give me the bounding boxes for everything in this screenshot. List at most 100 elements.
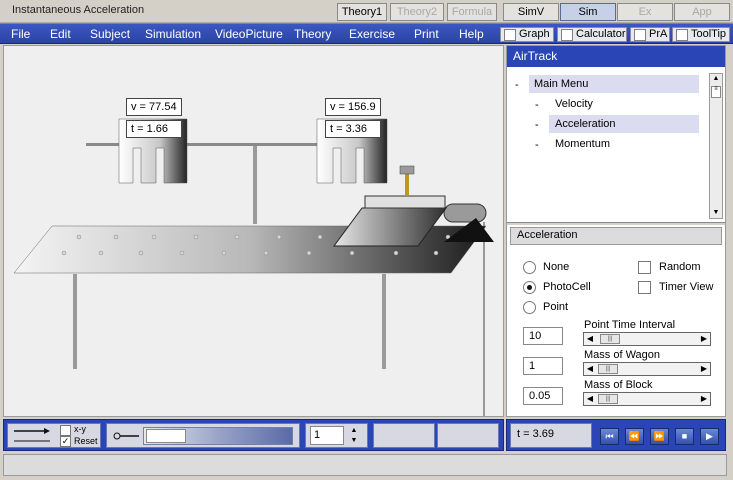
tree-scrollbar[interactable]: ▲ ≡ ▼ (709, 73, 723, 219)
airtrack-drawing (13, 118, 494, 416)
radio-photocell[interactable] (523, 281, 536, 294)
gate1-velocity: v = 77.54 (126, 98, 182, 116)
status-bar (3, 454, 727, 476)
gate2-velocity: v = 156.9 (325, 98, 381, 116)
cart-flag (405, 174, 409, 196)
slider-right-arrow-icon[interactable]: ▶ (698, 393, 710, 405)
side-panel: AirTrack - Main Menu - Velocity - Accele… (506, 45, 726, 417)
tree-dash: - (535, 139, 539, 151)
slider-thumb[interactable]: ||| (598, 394, 618, 404)
zoom-track[interactable] (143, 427, 293, 445)
slider-thumb[interactable]: ||| (600, 334, 620, 344)
scroll-down-arrow-icon[interactable]: ▼ (710, 208, 722, 218)
radio-none[interactable] (523, 261, 536, 274)
readout-box-1 (373, 423, 435, 448)
slider-left-arrow-icon[interactable]: ◀ (584, 333, 596, 345)
zoom-thumb[interactable] (146, 429, 186, 443)
menu-subject[interactable]: Subject (90, 27, 130, 41)
scroll-up-arrow-icon[interactable]: ▲ (710, 74, 722, 84)
radio-point[interactable] (523, 301, 536, 314)
cart-top (364, 195, 446, 209)
tab-theory2[interactable]: Theory2 (390, 3, 444, 21)
skip-to-start-icon[interactable]: ⏮ (600, 428, 619, 445)
tab-simv[interactable]: SimV (503, 3, 559, 21)
tree-dash: - (535, 99, 539, 111)
app-title: Instantaneous Acceleration (12, 4, 145, 16)
mass-of-block-label: Mass of Block (584, 379, 653, 391)
stepper-box: 1 ▲ ▼ (305, 423, 368, 448)
toggle-calculator[interactable]: Calculator (557, 27, 627, 42)
support-post (253, 146, 257, 224)
stepper-up-icon[interactable]: ▲ (346, 426, 362, 435)
mass-of-block-slider[interactable]: ◀ ||| ▶ (583, 392, 711, 406)
menu-file[interactable]: File (11, 27, 30, 41)
axes-control: x-y ✓ Reset (7, 423, 101, 448)
toggle-pra[interactable]: PrA (630, 27, 670, 42)
play-icon[interactable]: ▶ (700, 428, 719, 445)
xy-label: x-y (74, 424, 86, 434)
toggle-graph[interactable]: Graph (500, 27, 554, 42)
radio-none-label: None (543, 261, 570, 273)
toggle-tooltip[interactable]: ToolTip (672, 27, 730, 42)
checkbox-xy[interactable] (60, 425, 71, 436)
pulley (443, 203, 487, 223)
tab-app[interactable]: App (674, 3, 730, 21)
point-time-interval-label: Point Time Interval (584, 319, 676, 331)
cart-flag-tip (399, 165, 415, 175)
menu-help[interactable]: Help (459, 27, 484, 41)
point-time-interval-value[interactable]: 10 (523, 327, 563, 345)
tree-dash: - (535, 119, 539, 131)
tab-theory1[interactable]: Theory1 (337, 3, 387, 21)
rewind-icon[interactable]: ⏪ (625, 428, 644, 445)
menu-videopicture[interactable]: VideoPicture (215, 27, 283, 41)
menu-tree: - Main Menu - Velocity - Acceleration - … (507, 67, 725, 223)
menu-theory[interactable]: Theory (294, 27, 331, 41)
menu-edit[interactable]: Edit (50, 27, 71, 41)
slider-handle-icon[interactable] (111, 425, 141, 447)
fast-forward-icon[interactable]: ⏩ (650, 428, 669, 445)
checkbox-random[interactable] (638, 261, 651, 274)
menu-simulation[interactable]: Simulation (145, 27, 201, 41)
tree-dash: - (515, 79, 519, 91)
tab-sim[interactable]: Sim (560, 3, 616, 21)
tree-item-main-menu[interactable]: Main Menu (529, 75, 699, 93)
tree-item-acceleration[interactable]: Acceleration (549, 115, 699, 133)
slider-right-arrow-icon[interactable]: ▶ (698, 363, 710, 375)
radio-photocell-label: PhotoCell (543, 281, 591, 293)
tree-item-momentum[interactable]: Momentum (555, 135, 610, 153)
radio-point-label: Point (543, 301, 569, 313)
tab-formula[interactable]: Formula (447, 3, 497, 21)
tab-ex[interactable]: Ex (617, 3, 673, 21)
mass-of-wagon-value[interactable]: 1 (523, 357, 563, 375)
checkbox-reset[interactable]: ✓ (60, 436, 71, 447)
stop-icon[interactable]: ■ (675, 428, 694, 445)
point-time-interval-slider[interactable]: ◀ ||| ▶ (583, 332, 711, 346)
menu-exercise[interactable]: Exercise (349, 27, 395, 41)
stepper-input[interactable]: 1 (310, 426, 344, 445)
menu-bar: File Edit Subject Simulation VideoPictur… (0, 23, 733, 44)
menu-print[interactable]: Print (414, 27, 439, 41)
tree-item-velocity[interactable]: Velocity (555, 95, 593, 113)
slider-thumb[interactable]: ||| (598, 364, 618, 374)
slider-left-arrow-icon[interactable]: ◀ (584, 393, 596, 405)
track-leg-left (73, 274, 77, 369)
time-readout: t = 3.69 (510, 423, 592, 448)
mass-of-wagon-label: Mass of Wagon (584, 349, 661, 361)
checkbox-timer-view-label: Timer View (659, 281, 714, 293)
reset-label: Reset (74, 436, 98, 446)
title-bar: Instantaneous Acceleration Theory1 Theor… (0, 0, 733, 23)
simulation-canvas[interactable]: v = 77.54 t = 1.66 v = 156.9 t = 3.36 (3, 45, 504, 417)
slider-right-arrow-icon[interactable]: ▶ (698, 333, 710, 345)
mass-of-wagon-slider[interactable]: ◀ ||| ▶ (583, 362, 711, 376)
stepper-down-icon[interactable]: ▼ (346, 436, 362, 445)
playback-toolbar: t = 3.69 ⏮ ⏪ ⏩ ■ ▶ (506, 419, 726, 451)
slider-left-arrow-icon[interactable]: ◀ (584, 363, 596, 375)
vector-arrow-icon (14, 428, 50, 442)
acceleration-header: Acceleration (510, 227, 722, 245)
acceleration-panel: Acceleration None PhotoCell Point Random… (507, 225, 725, 416)
mass-of-block-value[interactable]: 0.05 (523, 387, 563, 405)
checkbox-timer-view[interactable] (638, 281, 651, 294)
zoom-control (106, 423, 300, 448)
scroll-thumb[interactable]: ≡ (711, 86, 721, 98)
panel-title: AirTrack (507, 46, 725, 67)
